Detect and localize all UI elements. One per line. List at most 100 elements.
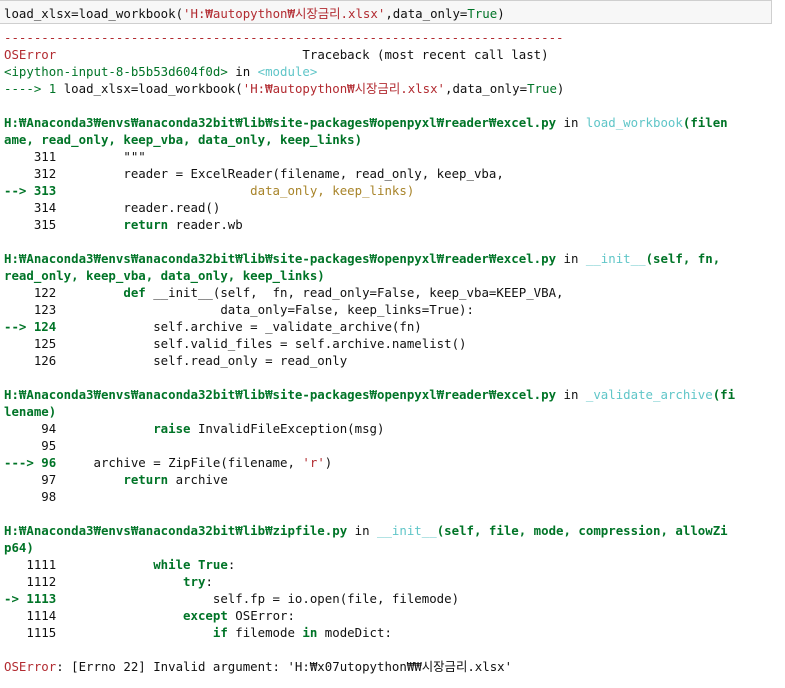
- code-keyword: return: [123, 217, 169, 232]
- error-message: : [Errno 22] Invalid argument: 'H:₩x07ut…: [56, 659, 513, 674]
- function-args: ame, read_only, keep_vba, data_only, kee…: [4, 132, 363, 147]
- input-code-line[interactable]: load_xlsx=load_workbook('H:₩autopython₩시…: [4, 4, 505, 22]
- code-keyword: True: [467, 6, 498, 21]
- code-text: load_xlsx=load_workbook(: [4, 6, 184, 21]
- code-line: 314 reader.read(): [4, 200, 221, 215]
- in-word: in: [347, 523, 377, 538]
- line-number: 1111: [4, 557, 154, 572]
- code-keyword: True: [527, 81, 557, 96]
- line-number: 94: [4, 421, 154, 436]
- code-text: load_xlsx=load_workbook(: [63, 81, 243, 96]
- code-line: 98: [4, 489, 57, 504]
- code-line: 1115 if filemode in modeDict:: [4, 624, 779, 641]
- function-args: (self, file, mode, compression, allowZi: [436, 523, 728, 538]
- frame-header: H:₩Anaconda3₩envs₩anaconda32bit₩lib₩site…: [4, 250, 779, 267]
- code-line: 123 data_only=False, keep_links=True):: [4, 302, 474, 317]
- function-args: (filen: [682, 115, 728, 130]
- code-line: 97 return archive: [4, 471, 779, 488]
- code-line: 311 """: [4, 149, 146, 164]
- code-line: 1114 except OSError:: [4, 607, 779, 624]
- current-code-line: --> 124 self.archive = _validate_archive…: [4, 318, 779, 335]
- function-name: __init__: [377, 523, 437, 538]
- function-name: _validate_archive: [585, 387, 713, 402]
- current-line-arrow: ----> 1: [4, 81, 64, 96]
- line-number: 1115: [4, 625, 213, 640]
- code-text: archive = ZipFile(filename,: [56, 455, 303, 470]
- code-line: 95: [4, 438, 57, 453]
- code-string: 'H:₩autopython₩시장금리.xlsx': [242, 81, 445, 96]
- code-text: ,data_only=: [385, 6, 468, 21]
- code-string: 'H:₩autopython₩시장금리.xlsx': [183, 6, 386, 21]
- code-text: reader.wb: [168, 217, 243, 232]
- function-name: load_workbook: [585, 115, 683, 130]
- code-line: 315 return reader.wb: [4, 216, 779, 233]
- code-line: 125 self.valid_files = self.archive.name…: [4, 336, 467, 351]
- traceback-label: Traceback (most recent call last): [302, 47, 549, 62]
- file-path: H:₩Anaconda3₩envs₩anaconda32bit₩lib₩site…: [4, 115, 557, 130]
- header-spacer: [56, 47, 302, 62]
- file-path: H:₩Anaconda3₩envs₩anaconda32bit₩lib₩zipf…: [4, 523, 348, 538]
- function-args: lename): [4, 404, 57, 419]
- current-line-arrow: --> 124: [4, 319, 57, 334]
- line-number: 1112: [4, 574, 184, 589]
- code-line: 126 self.read_only = read_only: [4, 353, 348, 368]
- function-args: (self, fn,: [645, 251, 721, 266]
- current-line-arrow: ---> 96: [4, 455, 57, 470]
- code-keyword: try: [183, 574, 206, 589]
- code-keyword: except: [183, 608, 228, 623]
- module-name: <module>: [257, 64, 318, 79]
- code-text: filemode: [227, 625, 303, 640]
- code-line: 1112 try:: [4, 573, 779, 590]
- in-word: in: [556, 251, 586, 266]
- in-word: in: [556, 115, 586, 130]
- code-text: ): [324, 455, 333, 470]
- traceback-input-ref: <ipython-input-8-b5b53d604f0d> in <modul…: [4, 63, 779, 80]
- code-line: 122 def __init__(self, fn, read_only=Fal…: [4, 284, 779, 301]
- traceback-header: OSError Traceback (most recent call last…: [4, 46, 779, 63]
- function-args: (fi: [712, 387, 736, 402]
- traceback-separator: ----------------------------------------…: [4, 30, 564, 45]
- final-error-line: OSError: [Errno 22] Invalid argument: 'H…: [4, 658, 779, 675]
- input-ref: <ipython-input-8-b5b53d604f0d>: [4, 64, 228, 79]
- code-keyword: raise: [153, 421, 191, 436]
- file-path: H:₩Anaconda3₩envs₩anaconda32bit₩lib₩site…: [4, 387, 557, 402]
- line-number: 315: [4, 217, 124, 232]
- traceback-output: ----------------------------------------…: [4, 29, 779, 675]
- current-line-arrow: -> 1113: [4, 591, 57, 606]
- code-text: self.archive = _validate_archive(fn): [56, 319, 422, 334]
- code-text: archive: [168, 472, 228, 487]
- traceback-line: ----> 1 load_xlsx=load_workbook('H:₩auto…: [4, 80, 779, 97]
- function-args: read_only, keep_vba, data_only, keep_lin…: [4, 268, 325, 283]
- code-text: ): [497, 6, 505, 21]
- line-number: 122: [4, 285, 124, 300]
- code-string: 'r': [302, 455, 325, 470]
- function-name: __init__: [585, 251, 646, 266]
- code-input-cell[interactable]: load_xlsx=load_workbook('H:₩autopython₩시…: [0, 0, 772, 24]
- code-text: :: [227, 557, 236, 572]
- file-path: H:₩Anaconda3₩envs₩anaconda32bit₩lib₩site…: [4, 251, 557, 266]
- code-text: ): [556, 81, 565, 96]
- current-line-arrow: --> 313: [4, 183, 57, 198]
- code-text: :: [205, 574, 213, 589]
- frame-header: H:₩Anaconda3₩envs₩anaconda32bit₩lib₩site…: [4, 114, 779, 131]
- code-text: ,data_only=: [445, 81, 528, 96]
- code-text: OSError:: [227, 608, 295, 623]
- code-keyword: in: [302, 625, 318, 640]
- code-line: 312 reader = ExcelReader(filename, read_…: [4, 166, 504, 181]
- code-line: 1111 while True:: [4, 556, 779, 573]
- code-keyword: while True: [153, 557, 228, 572]
- current-code-line: -> 1113 self.fp = io.open(file, filemode…: [4, 590, 779, 607]
- error-type: OSError: [4, 47, 57, 62]
- code-line: 94 raise InvalidFileException(msg): [4, 420, 779, 437]
- frame-header: H:₩Anaconda3₩envs₩anaconda32bit₩lib₩zipf…: [4, 522, 779, 539]
- code-text: self.fp = io.open(file, filemode): [56, 591, 460, 606]
- code-text: data_only, keep_links): [56, 183, 415, 198]
- function-args: p64): [4, 540, 34, 555]
- code-text: __init__(self, fn, read_only=False, keep…: [145, 285, 564, 300]
- frame-header: H:₩Anaconda3₩envs₩anaconda32bit₩lib₩site…: [4, 386, 779, 403]
- code-keyword: def: [123, 285, 146, 300]
- error-type: OSError: [4, 659, 57, 674]
- code-text: modeDict:: [317, 625, 392, 640]
- in-word: in: [556, 387, 586, 402]
- code-keyword: if: [212, 625, 228, 640]
